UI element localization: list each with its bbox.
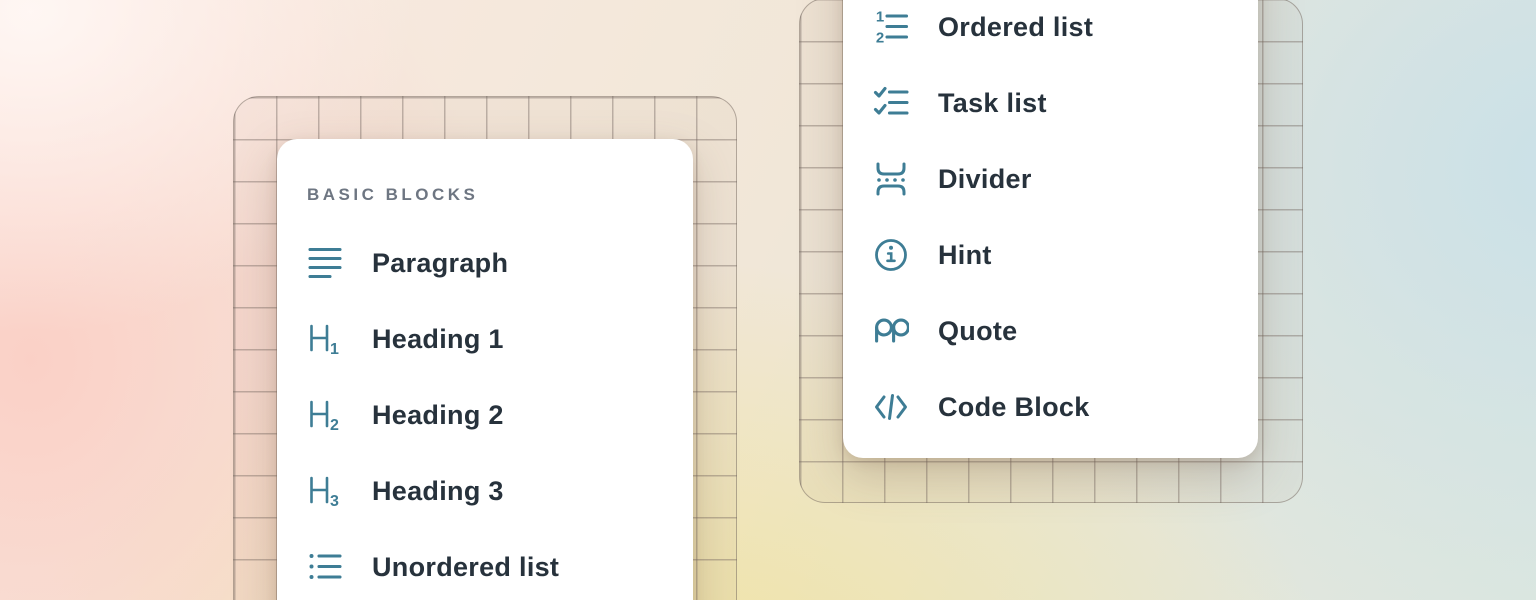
heading-3-icon: 3: [307, 473, 343, 509]
menu-item-unordered-list[interactable]: Unordered list: [307, 529, 663, 600]
menu-item-heading-3[interactable]: 3 Heading 3: [307, 453, 663, 529]
menu-rows: Paragraph 1 Heading 1 2 Heading 2 3 Head…: [307, 225, 663, 600]
heading-1-icon: 1: [307, 321, 343, 357]
paragraph-icon: [307, 245, 343, 281]
list-blocks-menu-card: 1 2 Ordered list Task list Divider Hint …: [843, 0, 1258, 458]
menu-item-paragraph[interactable]: Paragraph: [307, 225, 663, 301]
svg-text:2: 2: [330, 417, 339, 433]
divider-icon: [873, 161, 909, 197]
menu-item-heading-1[interactable]: 1 Heading 1: [307, 301, 663, 377]
menu-item-task-list[interactable]: Task list: [873, 65, 1228, 141]
unordered-list-icon: [307, 549, 343, 585]
ordered-list-icon: 1 2: [873, 9, 909, 45]
svg-text:1: 1: [876, 9, 884, 26]
svg-text:2: 2: [876, 30, 884, 46]
basic-blocks-menu-card: BASIC BLOCKS Paragraph 1 Heading 1 2 Hea…: [277, 139, 693, 600]
menu-item-divider[interactable]: Divider: [873, 141, 1228, 217]
menu-item-quote[interactable]: Quote: [873, 293, 1228, 369]
gradient-background: BASIC BLOCKS Paragraph 1 Heading 1 2 Hea…: [0, 0, 1536, 600]
svg-text:1: 1: [330, 341, 339, 357]
quote-icon: [873, 313, 909, 349]
hint-icon: [873, 237, 909, 273]
menu-item-ordered-list[interactable]: 1 2 Ordered list: [873, 0, 1228, 65]
menu-rows: 1 2 Ordered list Task list Divider Hint …: [873, 0, 1228, 445]
menu-item-code-block[interactable]: Code Block: [873, 369, 1228, 445]
heading-2-icon: 2: [307, 397, 343, 433]
menu-item-heading-2[interactable]: 2 Heading 2: [307, 377, 663, 453]
code-block-icon: [873, 389, 909, 425]
svg-text:3: 3: [330, 493, 339, 509]
section-label-basic-blocks: BASIC BLOCKS: [307, 185, 663, 205]
menu-item-hint[interactable]: Hint: [873, 217, 1228, 293]
task-list-icon: [873, 85, 909, 121]
